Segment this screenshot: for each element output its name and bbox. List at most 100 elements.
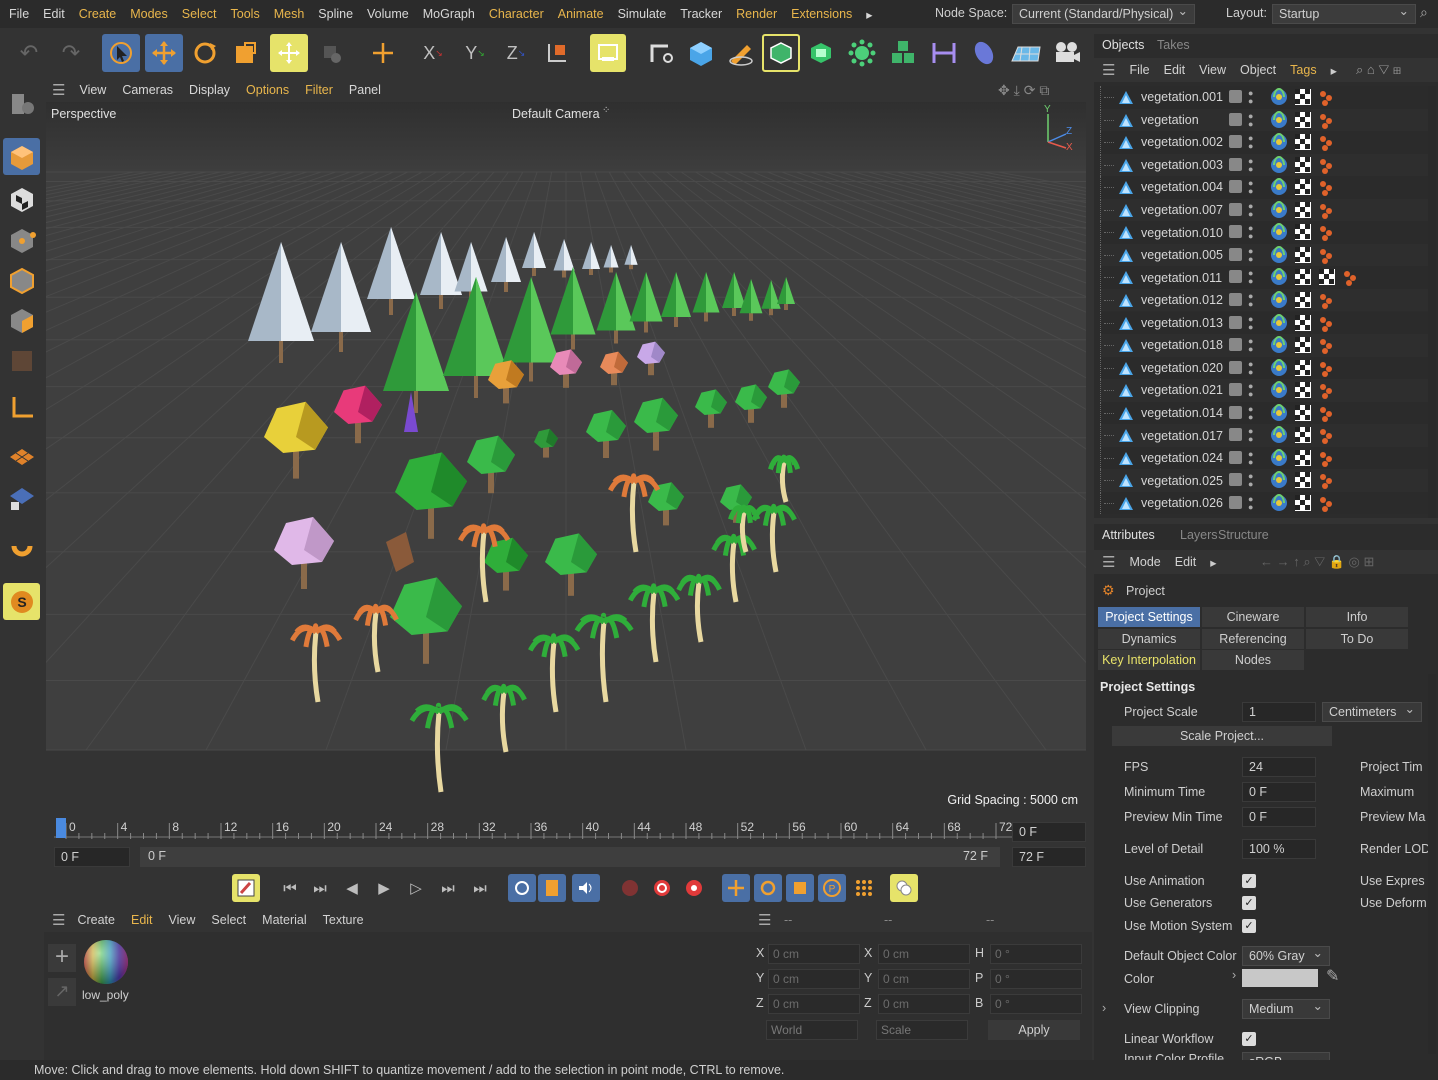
timeline[interactable]: 0 4 8 12 16 20 24 28 32 36 40 44 48 52 56 60 64 68 72 0 F … <box>44 815 1092 871</box>
object-row[interactable]: vegetation.025 ● ● <box>1100 469 1430 492</box>
tab-takes[interactable]: Takes <box>1149 34 1198 56</box>
linear-workflow-checkbox[interactable]: ✓ <box>1242 1032 1256 1046</box>
coord-size-field[interactable]: 0 cm <box>878 944 970 964</box>
selection-tag-icon[interactable] <box>1318 134 1336 152</box>
project-scale-field[interactable]: 1 <box>1242 702 1316 722</box>
search-icon[interactable]: ⌕ <box>1420 4 1428 21</box>
layer-icon[interactable] <box>1229 450 1242 464</box>
menu-more-icon[interactable]: ▸ <box>1331 63 1337 78</box>
tab-key-interpolation[interactable]: Key Interpolation <box>1098 650 1200 670</box>
material-menu-texture[interactable]: Texture <box>323 913 364 927</box>
x-axis-lock-icon[interactable]: X ↘ <box>414 34 452 72</box>
selection-tag-icon[interactable] <box>1318 247 1336 265</box>
move-icon[interactable] <box>145 34 183 72</box>
layer-icon[interactable] <box>1229 90 1242 103</box>
object-name[interactable]: vegetation.007 <box>1141 203 1223 217</box>
uv-mode-icon[interactable] <box>3 342 40 379</box>
next-frame-icon[interactable]: ▷ <box>402 874 430 902</box>
lod-field[interactable]: 100 % <box>1242 839 1316 859</box>
extrude-icon[interactable] <box>802 34 840 72</box>
layer-icon[interactable] <box>1229 360 1242 374</box>
color-swatch[interactable] <box>1242 969 1318 987</box>
start-frame-field[interactable]: 0 F <box>54 847 130 867</box>
menu-mesh[interactable]: Mesh <box>274 7 305 21</box>
menu-render[interactable]: Render <box>736 7 777 21</box>
visibility-dots-icon[interactable]: ● ● <box>1248 382 1253 399</box>
texture-tag-icon[interactable] <box>1294 291 1312 309</box>
texture-tag-icon[interactable] <box>1294 88 1312 106</box>
cube-icon[interactable] <box>682 34 720 72</box>
color-expand-icon[interactable]: › <box>1232 968 1236 982</box>
make-editable-icon[interactable] <box>3 84 40 121</box>
selection-tag-icon[interactable] <box>1318 292 1336 310</box>
object-name[interactable]: vegetation.021 <box>1141 383 1223 397</box>
layer-icon[interactable] <box>1229 428 1242 442</box>
tab-info[interactable]: Info <box>1306 607 1408 627</box>
go-to-start-icon[interactable]: ⏮ <box>276 874 304 902</box>
min-time-field[interactable]: 0 F <box>1242 782 1316 802</box>
object-name[interactable]: vegetation.013 <box>1141 316 1223 330</box>
hamburger-icon[interactable]: ☰ <box>52 911 65 929</box>
render-region-icon[interactable] <box>590 34 626 72</box>
layer-icon[interactable] <box>1229 338 1242 352</box>
sketch-icon[interactable] <box>722 34 760 72</box>
menu-create[interactable]: Create <box>79 7 117 21</box>
object-name[interactable]: vegetation.001 <box>1141 90 1223 104</box>
tab-cineware[interactable]: Cineware <box>1202 607 1304 627</box>
coord-position-field[interactable]: 0 cm <box>768 944 860 964</box>
object-row[interactable]: vegetation.004 ● ● <box>1100 176 1430 199</box>
object-name[interactable]: vegetation.017 <box>1141 429 1223 443</box>
object-row[interactable]: vegetation.020 ● ● <box>1100 356 1430 380</box>
scene-icon[interactable] <box>965 34 1003 72</box>
undo-icon[interactable]: ↶ <box>10 34 48 72</box>
layer-icon[interactable] <box>1229 180 1242 194</box>
previous-frame-icon[interactable]: ◀ <box>338 874 366 902</box>
texture-tag-icon[interactable] <box>1294 426 1312 444</box>
texture-tag-icon[interactable] <box>1294 111 1312 129</box>
attributes-toolbar-icons[interactable]: ← → ↑ ⌕ ▽ 🔒 ◎ ⊞ <box>1260 554 1374 570</box>
material-menu-view[interactable]: View <box>169 913 196 927</box>
objects-menu-object[interactable]: Object <box>1240 63 1276 77</box>
layer-icon[interactable] <box>1229 157 1242 171</box>
layer-icon[interactable] <box>1229 112 1242 126</box>
film-icon[interactable] <box>538 874 566 902</box>
layer-icon[interactable] <box>1229 315 1242 329</box>
object-name[interactable]: vegetation.004 <box>1141 180 1223 194</box>
hamburger-icon[interactable]: ☰ <box>1102 553 1115 571</box>
object-row[interactable]: vegetation.005 ● ● <box>1100 243 1430 267</box>
selection-tag-icon[interactable] <box>1318 179 1336 197</box>
texture-tag-icon[interactable] <box>1318 268 1336 286</box>
object-row[interactable]: vegetation.010 ● ● <box>1100 221 1430 244</box>
snap-icon[interactable] <box>3 533 40 570</box>
visibility-dots-icon[interactable]: ● ● <box>1248 472 1253 489</box>
object-row[interactable]: vegetation.007 ● ● <box>1100 198 1430 222</box>
tab-nodes[interactable]: Nodes <box>1202 650 1304 670</box>
use-generators-checkbox[interactable]: ✓ <box>1242 896 1256 910</box>
eyedropper-icon[interactable]: ✎ <box>1326 966 1339 986</box>
texture-tag-icon[interactable] <box>1294 133 1312 151</box>
key-parameter-icon[interactable]: P <box>818 874 846 902</box>
view-clipping-dropdown[interactable]: Medium <box>1242 997 1330 1019</box>
object-name[interactable]: vegetation.026 <box>1141 496 1223 510</box>
selection-tag-icon[interactable] <box>1318 405 1336 423</box>
onion-skin-icon[interactable] <box>890 874 918 902</box>
edges-mode-icon[interactable] <box>3 261 40 298</box>
object-name[interactable]: vegetation.012 <box>1141 293 1223 307</box>
selection-tag-icon[interactable] <box>1318 427 1336 445</box>
workplane-icon[interactable] <box>3 438 40 475</box>
object-row[interactable]: vegetation.021 ● ● <box>1100 379 1430 402</box>
world-axis-icon[interactable] <box>364 34 402 72</box>
hamburger-icon[interactable]: ☰ <box>1102 61 1115 79</box>
rotate-icon[interactable] <box>186 34 224 72</box>
texture-tag-icon[interactable] <box>1294 201 1312 219</box>
layer-icon[interactable] <box>1229 473 1242 487</box>
phong-tag-icon[interactable] <box>1270 381 1288 399</box>
selection-tag-icon[interactable] <box>1318 472 1336 490</box>
phong-tag-icon[interactable] <box>1270 448 1288 467</box>
menu-more-icon[interactable]: ▸ <box>1210 555 1216 570</box>
attributes-menu-mode[interactable]: Mode <box>1129 555 1160 569</box>
y-axis-lock-icon[interactable]: Y ↘ <box>456 34 494 72</box>
menu-file[interactable]: File <box>9 7 29 21</box>
layer-icon[interactable] <box>1229 270 1242 284</box>
menu-more-icon[interactable]: ▸ <box>866 7 872 22</box>
